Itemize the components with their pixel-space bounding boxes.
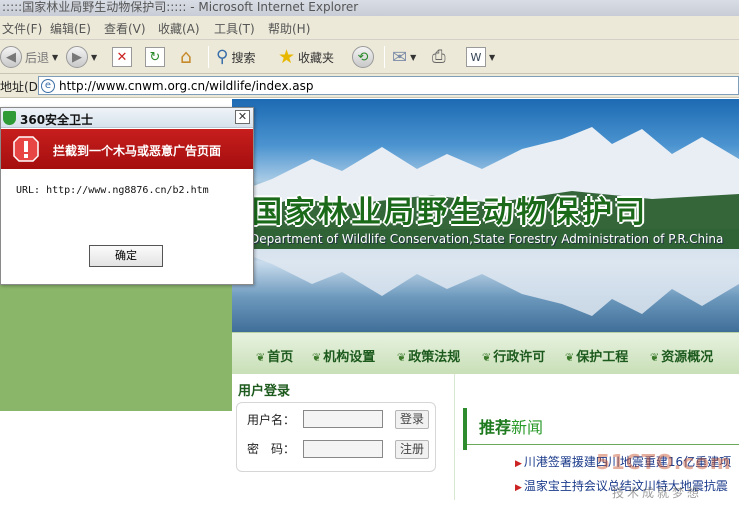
nav-resources[interactable]: ❦ 资源概况 (650, 346, 713, 365)
search-icon: ⚲ (216, 47, 229, 67)
login-button[interactable]: 登录 (395, 410, 429, 429)
edit-dropdown-icon[interactable]: ▼ (489, 53, 495, 62)
nav-projects[interactable]: ❦ 保护工程 (565, 346, 628, 365)
alert-banner: 拦截到一个木马或恶意广告页面 (1, 129, 253, 169)
recommended-news-title: 推荐新闻 (479, 418, 544, 437)
toolbar: ◀ 后退 ▼ ▶ ▼ ✕ ↻ ⌂ ⚲ 搜索 ★ 收藏夹 ⟲ ✉ ▼ ⎙ W ▼ (0, 40, 739, 74)
search-button[interactable]: ⚲ 搜索 (216, 44, 255, 70)
menu-help[interactable]: 帮助(H) (268, 20, 310, 37)
refresh-button[interactable]: ↻ (145, 44, 165, 70)
back-button[interactable]: ◀ 后退 ▼ (0, 44, 58, 70)
dialog-title-bar: 360安全卫士 ✕ (1, 108, 253, 128)
address-label: 地址(D) (0, 80, 43, 94)
blocked-url: URL: http://www.ng8876.cn/b2.htm (16, 185, 209, 196)
address-input[interactable]: e http://www.cnwm.org.cn/wildlife/index.… (38, 76, 739, 95)
password-label: 密 码： (247, 442, 296, 456)
history-icon: ⟲ (352, 46, 374, 68)
home-icon: ⌂ (179, 46, 193, 68)
star-icon: ★ (278, 46, 296, 68)
stop-icon: ✕ (112, 47, 132, 67)
section-divider (467, 444, 739, 445)
mail-icon: ✉ (392, 46, 408, 68)
search-label: 搜索 (231, 50, 256, 65)
edit-button[interactable]: W ▼ (466, 44, 495, 70)
forward-button[interactable]: ▶ ▼ (66, 44, 97, 70)
toolbar-separator (208, 46, 209, 68)
back-label: 后退 (25, 50, 50, 65)
login-panel: 用户登录 用户名： 登录 密 码： 注册 (232, 374, 454, 500)
warning-icon (13, 136, 39, 162)
menu-file[interactable]: 文件(F) (2, 20, 42, 37)
leaf-icon: ❦ (650, 351, 660, 364)
dialog-close-button[interactable]: ✕ (235, 110, 250, 124)
leaf-icon: ❦ (312, 351, 322, 364)
menu-edit[interactable]: 编辑(E) (50, 20, 91, 37)
register-button[interactable]: 注册 (395, 440, 429, 459)
toolbar-separator (384, 46, 385, 68)
window-title-bar: :::::国家林业局野生动物保护司::::: - Microsoft Inter… (0, 0, 739, 16)
refresh-icon: ↻ (145, 47, 165, 67)
username-label: 用户名： (247, 413, 296, 427)
password-input[interactable] (303, 440, 383, 458)
address-bar: 地址(D) e http://www.cnwm.org.cn/wildlife/… (0, 74, 739, 98)
back-arrow-icon: ◀ (0, 46, 22, 68)
forward-dropdown-icon[interactable]: ▼ (91, 53, 97, 62)
alert-message: 拦截到一个木马或恶意广告页面 (53, 144, 222, 158)
window-title: :::::国家林业局野生动物保护司::::: - Microsoft Inter… (2, 0, 359, 14)
back-dropdown-icon[interactable]: ▼ (52, 53, 58, 62)
bullet-icon: ▶ (515, 459, 522, 469)
bullet-icon: ▶ (515, 483, 522, 493)
site-banner: 国家林业局野生动物保护司 Department of Wildlife Cons… (232, 99, 739, 332)
history-button[interactable]: ⟲ (352, 44, 374, 70)
login-title: 用户登录 (238, 384, 291, 399)
nav-home[interactable]: ❦ 首页 (256, 346, 293, 365)
nav-organization[interactable]: ❦ 机构设置 (312, 346, 375, 365)
site-subtitle: Department of Wildlife Conservation,Stat… (250, 232, 724, 246)
mail-button[interactable]: ✉ ▼ (392, 44, 416, 70)
username-input[interactable] (303, 410, 383, 428)
printer-icon: ⎙ (432, 47, 446, 67)
login-form: 用户名： 登录 密 码： 注册 (236, 402, 436, 472)
menu-favorites[interactable]: 收藏(A) (158, 20, 200, 37)
leaf-icon: ❦ (565, 351, 575, 364)
edit-icon: W (466, 47, 486, 67)
security-alert-dialog: 360安全卫士 ✕ 拦截到一个木马或恶意广告页面 URL: http://www… (0, 107, 254, 285)
ie-page-icon: e (41, 78, 55, 93)
site-nav: ❦ 首页 ❦ 机构设置 ❦ 政策法规 ❦ 行政许可 ❦ 保护工程 ❦ 资源概况 (232, 332, 739, 374)
leaf-icon: ❦ (397, 351, 407, 364)
leaf-icon: ❦ (256, 351, 266, 364)
watermark-logo: 51CTO.com (596, 450, 732, 474)
nav-permit[interactable]: ❦ 行政许可 (482, 346, 545, 365)
menu-view[interactable]: 查看(V) (104, 20, 146, 37)
home-button[interactable]: ⌂ (176, 44, 196, 70)
dialog-title: 360安全卫士 (20, 113, 94, 127)
recommended-news-panel: 推荐新闻 ▶ 川港签署援建四川地震重建16亿重建项 ▶ 温家宝主持会议总结汶川特大地… (454, 374, 739, 500)
print-button[interactable]: ⎙ (432, 44, 446, 70)
address-url: http://www.cnwm.org.cn/wildlife/index.as… (59, 78, 314, 93)
site-title: 国家林业局野生动物保护司 (252, 195, 648, 230)
forward-arrow-icon: ▶ (66, 46, 88, 68)
ok-button[interactable]: 确定 (89, 245, 163, 267)
watermark-slogan: 技术成就梦想 (612, 486, 703, 500)
shield-icon (3, 111, 16, 125)
favorites-label: 收藏夹 (298, 50, 335, 65)
menu-tools[interactable]: 工具(T) (214, 20, 255, 37)
leaf-icon: ❦ (482, 351, 492, 364)
nav-policy[interactable]: ❦ 政策法规 (397, 346, 460, 365)
favorites-button[interactable]: ★ 收藏夹 (278, 44, 334, 70)
mail-dropdown-icon[interactable]: ▼ (410, 53, 416, 62)
menu-bar: 文件(F) 编辑(E) 查看(V) 收藏(A) 工具(T) 帮助(H) (0, 16, 739, 40)
stop-button[interactable]: ✕ (112, 44, 132, 70)
